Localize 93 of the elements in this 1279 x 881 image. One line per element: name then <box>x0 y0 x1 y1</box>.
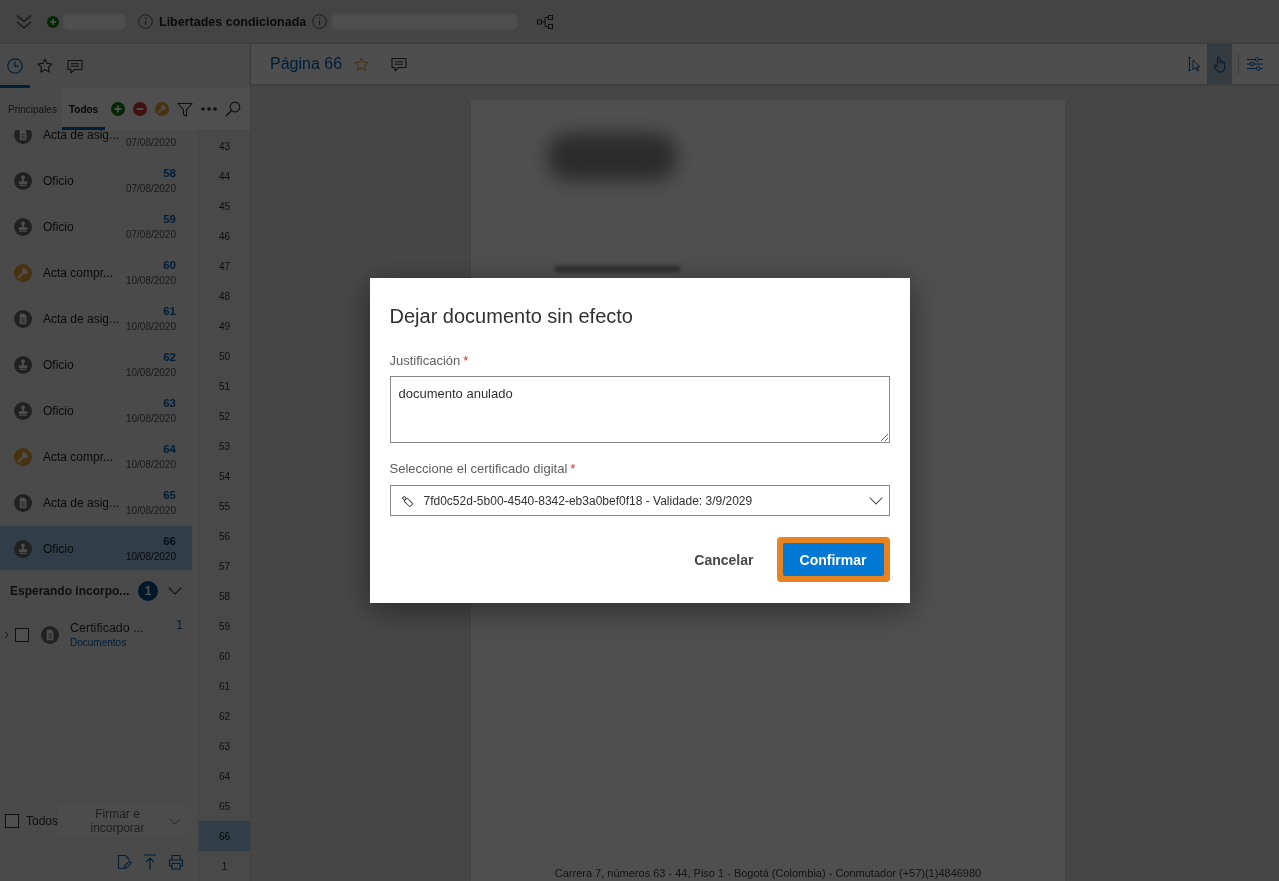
document-number: 64 <box>163 442 176 457</box>
field-label: Seleccione el certificado digital * <box>389 461 577 477</box>
document-name: Oficio <box>43 542 75 556</box>
chevron-down-icon <box>169 817 182 825</box>
print-icon[interactable] <box>168 854 184 870</box>
dropdown-field[interactable]: 7fd0c52d-5b00-4540-8342-eb3a0bef0f18 - Validade: 3/9/2029 <box>389 485 890 516</box>
add-icon[interactable] <box>47 15 59 28</box>
pan-tool[interactable] <box>1207 44 1232 84</box>
page-number[interactable]: 61 <box>199 671 250 701</box>
star-icon[interactable] <box>354 56 370 72</box>
page-number[interactable]: 64 <box>199 761 250 791</box>
count-badge: 1 <box>138 581 158 601</box>
cancel-button[interactable]: Cancelar <box>682 543 766 576</box>
filter-tab[interactable]: Todos <box>61 88 106 130</box>
hammer-icon <box>14 448 32 466</box>
document-number: 62 <box>163 350 176 365</box>
document-icon <box>14 310 32 328</box>
document-icon <box>14 494 32 512</box>
page-number[interactable]: 46 <box>199 221 250 251</box>
document-icon <box>41 626 59 644</box>
document-icon <box>14 130 32 144</box>
hammer-icon <box>14 264 32 282</box>
document-name: Oficio <box>43 220 75 234</box>
page-number[interactable]: 43 <box>199 131 250 161</box>
page-number[interactable]: 66 <box>199 821 250 851</box>
dialog-title: Dejar documento sin efecto <box>389 304 634 329</box>
document-name: Acta de asig... <box>43 312 121 326</box>
select-all-label: Todos <box>26 814 59 828</box>
usb-key-icon <box>399 493 414 508</box>
star-icon <box>37 58 53 74</box>
upload-icon[interactable] <box>143 854 157 870</box>
hammer-icon[interactable] <box>155 102 170 116</box>
sliders-icon[interactable] <box>1247 57 1263 71</box>
field-label: Justificación * <box>389 353 470 369</box>
document-date: 10/08/2020 <box>125 550 176 564</box>
remove-icon[interactable] <box>133 102 148 116</box>
page-number[interactable]: 52 <box>199 401 250 431</box>
section-title: Esperando incorpo... <box>10 584 131 598</box>
page-number[interactable]: 63 <box>199 731 250 761</box>
confirm-button[interactable]: Confirmar <box>782 543 884 576</box>
checkbox[interactable] <box>15 628 29 642</box>
document-name: Acta compr... <box>43 266 115 280</box>
stamp-icon <box>14 218 32 236</box>
hand-icon <box>1212 55 1227 73</box>
checkbox[interactable] <box>5 814 19 828</box>
page-number[interactable]: 58 <box>199 581 250 611</box>
page-number[interactable]: 51 <box>199 371 250 401</box>
stamp-icon <box>14 540 32 558</box>
info-icon[interactable] <box>312 14 328 29</box>
add-icon[interactable] <box>111 102 126 116</box>
comment-icon[interactable] <box>391 56 408 72</box>
page-number[interactable]: 54 <box>199 461 250 491</box>
document-name: Oficio <box>43 174 75 188</box>
document-name: Acta compr... <box>43 450 115 464</box>
document-number: 63 <box>163 396 176 411</box>
info-icon[interactable] <box>138 14 153 29</box>
page-number[interactable]: 49 <box>199 311 250 341</box>
document-number: 61 <box>163 304 176 319</box>
document-name: Acta de asig... <box>43 130 121 142</box>
chat-icon <box>67 58 83 74</box>
stamp-icon <box>14 402 32 420</box>
stamp-icon <box>14 356 32 374</box>
search-icon[interactable] <box>225 101 242 117</box>
more-icon[interactable] <box>201 107 218 111</box>
chevron-down-icon <box>868 496 883 505</box>
page-title: Página 66 <box>270 55 343 73</box>
filter-icon[interactable] <box>177 101 194 117</box>
item-category: Documentos <box>70 636 128 650</box>
item-count: 1 <box>176 618 183 632</box>
page-number[interactable]: 48 <box>199 281 250 311</box>
chevron-down-icon[interactable] <box>168 587 182 595</box>
text-cursor-icon <box>1186 56 1201 72</box>
case-title: Libertades condicionada <box>159 14 307 29</box>
document-name: Acta de asig... <box>43 496 121 510</box>
stamp-icon <box>14 172 32 190</box>
page-number[interactable]: 53 <box>199 431 250 461</box>
document-name: Oficio <box>43 358 75 372</box>
clock-icon <box>7 58 23 74</box>
document-number: 65 <box>163 488 176 503</box>
page-number[interactable]: 44 <box>199 161 250 191</box>
chevron-right-icon[interactable] <box>4 631 9 639</box>
textarea-field[interactable]: documento anulado <box>389 376 890 443</box>
document-number: 60 <box>163 258 176 273</box>
document-name: Oficio <box>43 404 75 418</box>
hierarchy-icon[interactable] <box>537 14 554 29</box>
page-number[interactable]: 47 <box>199 251 250 281</box>
page-number[interactable]: 62 <box>199 701 250 731</box>
document-number: 59 <box>163 212 176 227</box>
page-number[interactable]: 45 <box>199 191 250 221</box>
document-number: 58 <box>163 166 176 181</box>
chevrons-down-icon[interactable] <box>15 13 33 30</box>
edit-document-icon[interactable] <box>116 854 132 870</box>
item-name: Certificado ... <box>70 620 145 636</box>
